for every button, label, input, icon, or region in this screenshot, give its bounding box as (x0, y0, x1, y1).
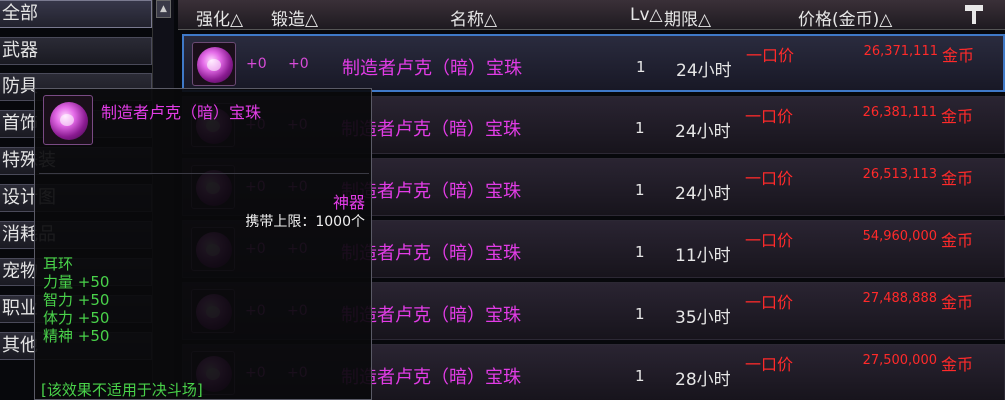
item-price: 27,488,888 (862, 291, 937, 306)
listing-duration: 11小时 (675, 246, 731, 266)
sort-forge[interactable]: 锻造△ (271, 5, 318, 30)
table-row[interactable]: +0 +0 制造者卢克（暗）宝珠 1 24小时 一口价 26,371,111 金… (182, 34, 1005, 92)
stat-label: 精神 (43, 327, 74, 345)
tooltip-divider (39, 173, 369, 174)
hammer-icon[interactable] (963, 2, 985, 26)
sort-duration[interactable]: 期限△ (664, 5, 711, 30)
currency-label: 金币 (941, 169, 974, 188)
price-type: 一口价 (745, 355, 794, 374)
scroll-up-arrow-icon[interactable]: ▲ (156, 0, 171, 18)
currency-label: 金币 (941, 107, 974, 126)
item-level: 1 (635, 305, 645, 323)
sort-level[interactable]: Lv△ (630, 5, 663, 25)
item-level: 1 (635, 181, 645, 199)
item-level: 1 (635, 243, 645, 261)
tooltip-note: [该效果不适用于决斗场] (41, 381, 203, 399)
price-type: 一口价 (745, 169, 794, 188)
price-type: 一口价 (745, 231, 794, 250)
stat-value: +50 (77, 327, 110, 345)
item-price: 54,960,000 (862, 229, 937, 244)
currency-label: 金币 (941, 355, 974, 374)
item-level: 1 (635, 119, 645, 137)
sort-price[interactable]: 价格(金币)△ (798, 5, 892, 30)
listing-duration: 24小时 (676, 61, 732, 81)
listing-duration: 24小时 (675, 122, 731, 142)
purple-orb-icon (43, 95, 93, 145)
tooltip-item-name: 制造者卢克（暗）宝珠 (101, 103, 262, 122)
price-type: 一口价 (745, 107, 794, 126)
tooltip-carry-limit: 携带上限：1000个 (245, 214, 365, 230)
tooltip-stat-spirit: 精神 +50 (43, 325, 109, 346)
enhance-value: +0 (246, 56, 267, 72)
listing-duration: 35小时 (675, 308, 731, 328)
listing-header: 强化△ 锻造△ 名称△ Lv△ 期限△ 价格(金币)△ (178, 0, 1005, 30)
item-price: 26,513,113 (862, 167, 937, 182)
sort-name[interactable]: 名称△ (450, 5, 497, 30)
price-type: 一口价 (746, 46, 795, 65)
currency-label: 金币 (941, 231, 974, 250)
listing-duration: 28小时 (675, 370, 731, 390)
forge-value: +0 (288, 56, 309, 72)
price-type: 一口价 (745, 293, 794, 312)
currency-label: 金币 (941, 293, 974, 312)
currency-label: 金币 (942, 46, 975, 65)
tooltip-rarity: 神器 (332, 193, 365, 212)
sort-enhance[interactable]: 强化△ (196, 5, 243, 30)
item-level: 1 (635, 367, 645, 385)
item-price: 26,371,111 (863, 44, 938, 59)
item-name: 制造者卢克（暗）宝珠 (342, 58, 522, 79)
purple-orb-icon (192, 42, 236, 86)
category-all[interactable]: 全部 (0, 0, 152, 28)
item-tooltip: 制造者卢克（暗）宝珠 神器 携带上限：1000个 耳环 力量 +50 智力 +5… (34, 88, 372, 400)
item-level: 1 (636, 58, 646, 76)
listing-duration: 24小时 (675, 184, 731, 204)
item-price: 27,500,000 (862, 353, 937, 368)
item-price: 26,381,111 (862, 105, 937, 120)
category-weapon[interactable]: 武器 (0, 37, 152, 65)
